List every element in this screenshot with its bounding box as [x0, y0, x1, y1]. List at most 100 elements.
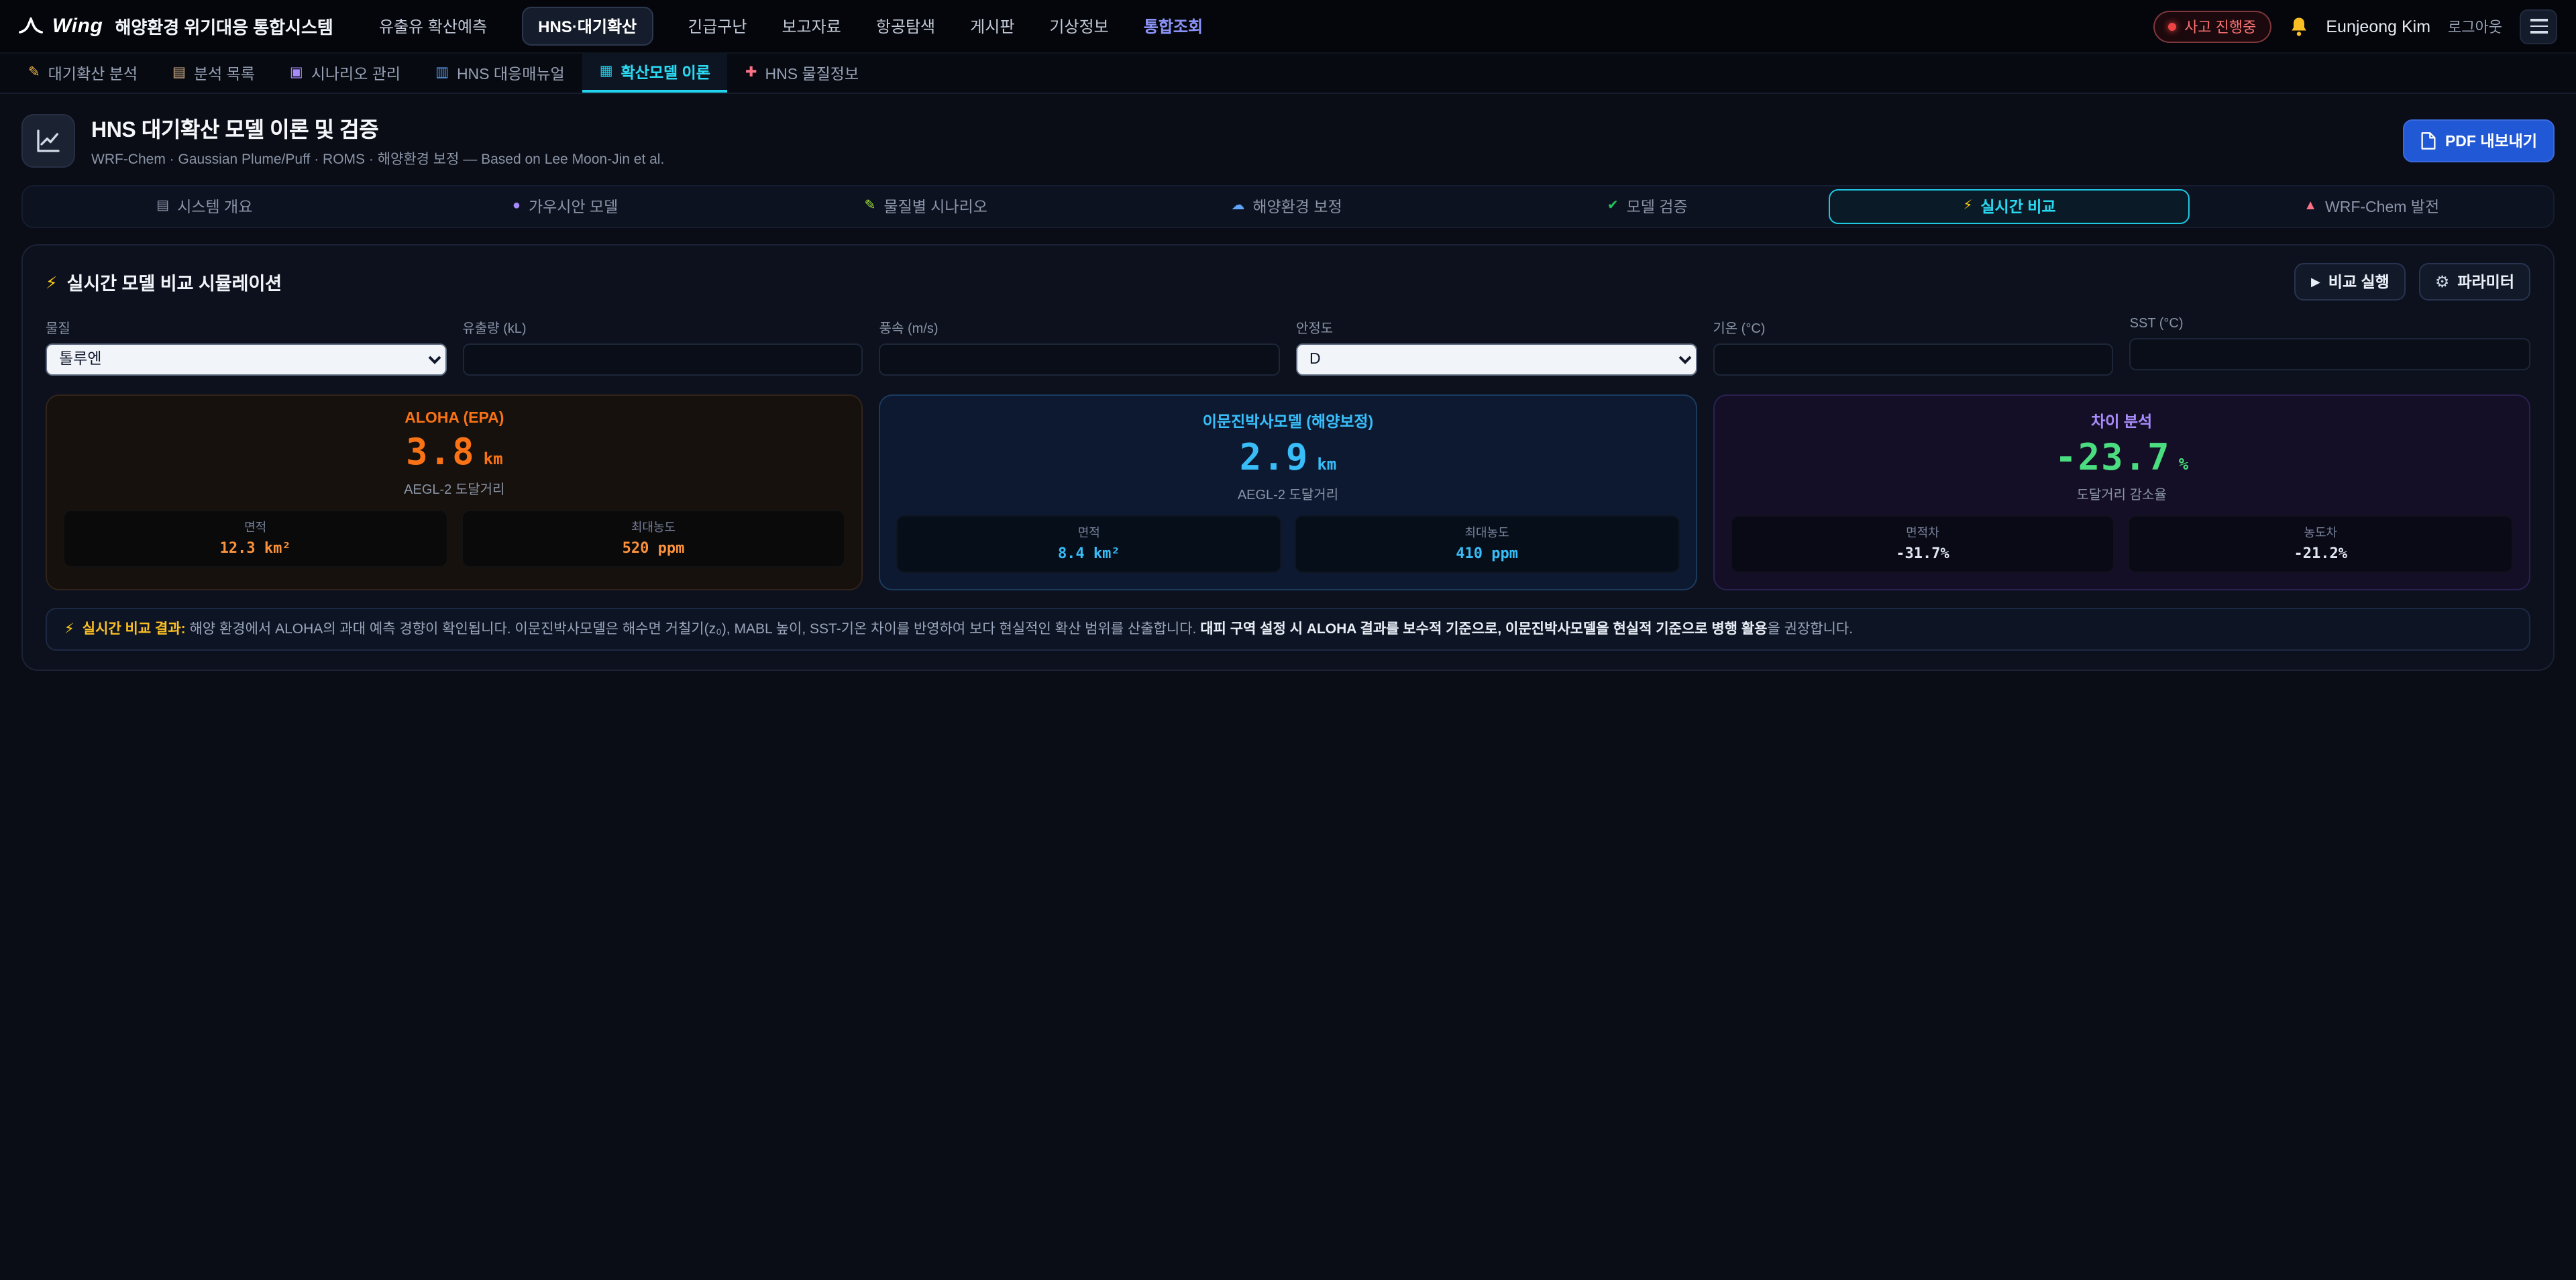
- incident-status-badge[interactable]: 사고 진행중: [2153, 10, 2271, 42]
- card-title: 이문진박사모델 (해양보정): [897, 411, 1680, 432]
- sub-tab-bar: ✎ 대기확산 분석 ▤ 분석 목록 ▣ 시나리오 관리 ▥ HNS 대응매뉴얼 …: [0, 54, 2576, 94]
- control-spill-volume: 유출량 (kL): [462, 317, 863, 376]
- control-air-temp: 기온 (°C): [1713, 317, 2113, 376]
- wing-logo-icon: [19, 17, 43, 35]
- stat-value: 8.4 km²: [904, 545, 1275, 562]
- section-tab-realtime-comparison[interactable]: ⚡ 실시간 비교: [1829, 189, 2190, 224]
- card-value: 3.8km: [63, 432, 846, 474]
- panel-head: ⚡ 실시간 모델 비교 시뮬레이션 ▶ 비교 실행 ⚙ 파라미터: [46, 263, 2530, 301]
- logo-text: Wing: [52, 15, 103, 38]
- stat-concentration-difference: 농도차 -21.2%: [2129, 515, 2513, 573]
- stat-value: 520 ppm: [468, 539, 839, 557]
- section-tab-system-overview[interactable]: ▤ 시스템 개요: [25, 189, 384, 224]
- model-theory-chart-icon: [21, 113, 75, 167]
- spill-volume-label: 유출량 (kL): [462, 317, 863, 337]
- stat-label: 최대농도: [1301, 523, 1672, 541]
- tab-hns-substance-info[interactable]: ✚ HNS 물질정보: [728, 54, 876, 93]
- section-label: WRF-Chem 발전: [2325, 196, 2439, 217]
- stat-value: 410 ppm: [1301, 545, 1672, 562]
- tab-analysis-list[interactable]: ▤ 분석 목록: [155, 54, 272, 93]
- note-emphasis: 대피 구역 설정 시 ALOHA 결과를 보수적 기준으로, 이문진박사모델을 …: [1200, 621, 1767, 637]
- tab-label: 시나리오 관리: [311, 62, 400, 84]
- stability-select[interactable]: D: [1296, 343, 1697, 376]
- section-label: 시스템 개요: [177, 196, 252, 217]
- panel-actions: ▶ 비교 실행 ⚙ 파라미터: [2295, 263, 2530, 301]
- stat-value: 12.3 km²: [70, 539, 441, 557]
- sst-label: SST (°C): [2130, 317, 2530, 331]
- card-stats: 면적차 -31.7% 농도차 -21.2%: [1730, 515, 2513, 573]
- section-tab-gaussian-model[interactable]: ● 가우시안 모델: [386, 189, 745, 224]
- lightning-icon: ⚡: [1963, 200, 1972, 213]
- parameters-button[interactable]: ⚙ 파라미터: [2419, 263, 2530, 301]
- play-icon: ▶: [2311, 274, 2320, 289]
- control-substance: 물질 톨루엔: [46, 317, 446, 376]
- user-name[interactable]: Eunjeong Kim: [2326, 17, 2430, 36]
- stat-area-difference: 면적차 -31.7%: [1730, 515, 2114, 573]
- tab-hns-manual[interactable]: ▥ HNS 대응매뉴얼: [418, 54, 582, 93]
- nav-aerial-search[interactable]: 항공탐색: [876, 15, 935, 38]
- notification-bell-icon[interactable]: [2288, 15, 2308, 37]
- stat-label: 면적: [904, 523, 1275, 541]
- air-temp-input[interactable]: [1713, 343, 2113, 376]
- tab-scenario-management[interactable]: ▣ 시나리오 관리: [272, 54, 418, 93]
- nav-oil-spill[interactable]: 유출유 확산예측: [379, 15, 487, 38]
- tab-dispersion-analysis[interactable]: ✎ 대기확산 분석: [11, 54, 155, 93]
- section-tab-marine-correction[interactable]: ☁ 해양환경 보정: [1108, 189, 1466, 224]
- stat-value: -21.2%: [2135, 545, 2506, 562]
- page-title: HNS 대기확산 모델 이론 및 검증: [91, 111, 664, 144]
- app: Wing 해양환경 위기대응 통합시스템 유출유 확산예측 HNS·대기확산 긴…: [0, 0, 2576, 1280]
- section-tab-substance-scenarios[interactable]: ✎ 물질별 시나리오: [747, 189, 1105, 224]
- section-tab-wrf-chem[interactable]: ▲ WRF-Chem 발전: [2192, 189, 2551, 224]
- note-prefix: 실시간 비교 결과:: [83, 621, 186, 637]
- nav-reports[interactable]: 보고자료: [782, 15, 841, 38]
- nav-integrated-search[interactable]: 통합조회: [1144, 15, 1203, 38]
- panel-title-text: 실시간 모델 비교 시뮬레이션: [67, 268, 282, 295]
- rocket-icon: ▲: [2304, 200, 2317, 213]
- stat-label: 면적차: [1737, 523, 2108, 541]
- control-sst: SST (°C): [2130, 317, 2530, 376]
- nav-board[interactable]: 게시판: [970, 15, 1014, 38]
- tab-dispersion-model-theory[interactable]: ▦ 확산모델 이론: [582, 54, 728, 93]
- sst-input[interactable]: [2130, 338, 2530, 370]
- realtime-comparison-panel: ⚡ 실시간 모델 비교 시뮬레이션 ▶ 비교 실행 ⚙ 파라미터 물질 톨루엔: [21, 244, 2555, 672]
- distance-unit: km: [484, 449, 503, 468]
- substance-select[interactable]: 톨루엔: [46, 343, 446, 376]
- page-header: HNS 대기확산 모델 이론 및 검증 WRF-Chem · Gaussian …: [0, 94, 2576, 185]
- stat-area: 면적 8.4 km²: [897, 515, 1281, 573]
- stat-value: -31.7%: [1737, 545, 2108, 562]
- brand[interactable]: Wing 해양환경 위기대응 통합시스템: [19, 13, 333, 39]
- run-comparison-button[interactable]: ▶ 비교 실행: [2295, 263, 2406, 301]
- spill-volume-input[interactable]: [462, 343, 863, 376]
- pdf-export-button[interactable]: PDF 내보내기: [2404, 119, 2555, 162]
- stat-label: 농도차: [2135, 523, 2506, 541]
- nav-rescue[interactable]: 긴급구난: [688, 15, 747, 38]
- control-wind-speed: 풍속 (m/s): [879, 317, 1280, 376]
- main-menu: 유출유 확산예측 HNS·대기확산 긴급구난 보고자료 항공탐색 게시판 기상정…: [379, 7, 1203, 46]
- nav-hns-dispersion[interactable]: HNS·대기확산: [522, 7, 653, 46]
- note-body: 해양 환경에서 ALOHA의 과대 예측 경향이 확인됩니다. 이문진박사모델은…: [186, 621, 1201, 637]
- hamburger-menu-icon[interactable]: [2520, 9, 2557, 44]
- scenario-pencil-icon: ✎: [865, 200, 876, 213]
- logout-button[interactable]: 로그아웃: [2448, 15, 2502, 37]
- tab-label: 분석 목록: [194, 62, 255, 84]
- wind-speed-input[interactable]: [879, 343, 1280, 376]
- gear-icon: ⚙: [2435, 272, 2450, 291]
- stat-area: 면적 12.3 km²: [63, 510, 447, 568]
- stability-label: 안정도: [1296, 317, 1697, 337]
- pdf-doc-icon: [2421, 131, 2437, 150]
- lightning-icon: ⚡: [64, 621, 74, 637]
- tab-label: HNS 물질정보: [765, 62, 859, 84]
- card-value: -23.7%: [1730, 437, 2513, 479]
- section-label: 가우시안 모델: [529, 196, 618, 217]
- page-header-text: HNS 대기확산 모델 이론 및 검증 WRF-Chem · Gaussian …: [91, 111, 664, 169]
- nav-weather[interactable]: 기상정보: [1049, 15, 1108, 38]
- section-tab-model-validation[interactable]: ✔ 모델 검증: [1468, 189, 1827, 224]
- section-label: 해양환경 보정: [1252, 196, 1342, 217]
- tab-label: 확산모델 이론: [621, 61, 710, 83]
- incident-label: 사고 진행중: [2184, 15, 2256, 37]
- section-label: 실시간 비교: [1980, 196, 2055, 217]
- nav-right-cluster: 사고 진행중 Eunjeong Kim 로그아웃: [2153, 9, 2557, 44]
- panel-title: ⚡ 실시간 모델 비교 시뮬레이션: [46, 268, 282, 295]
- simulation-controls: 물질 톨루엔 유출량 (kL) 풍속 (m/s) 안정도 D 기온 (°C): [46, 317, 2530, 376]
- folder-icon: ▣: [290, 66, 303, 81]
